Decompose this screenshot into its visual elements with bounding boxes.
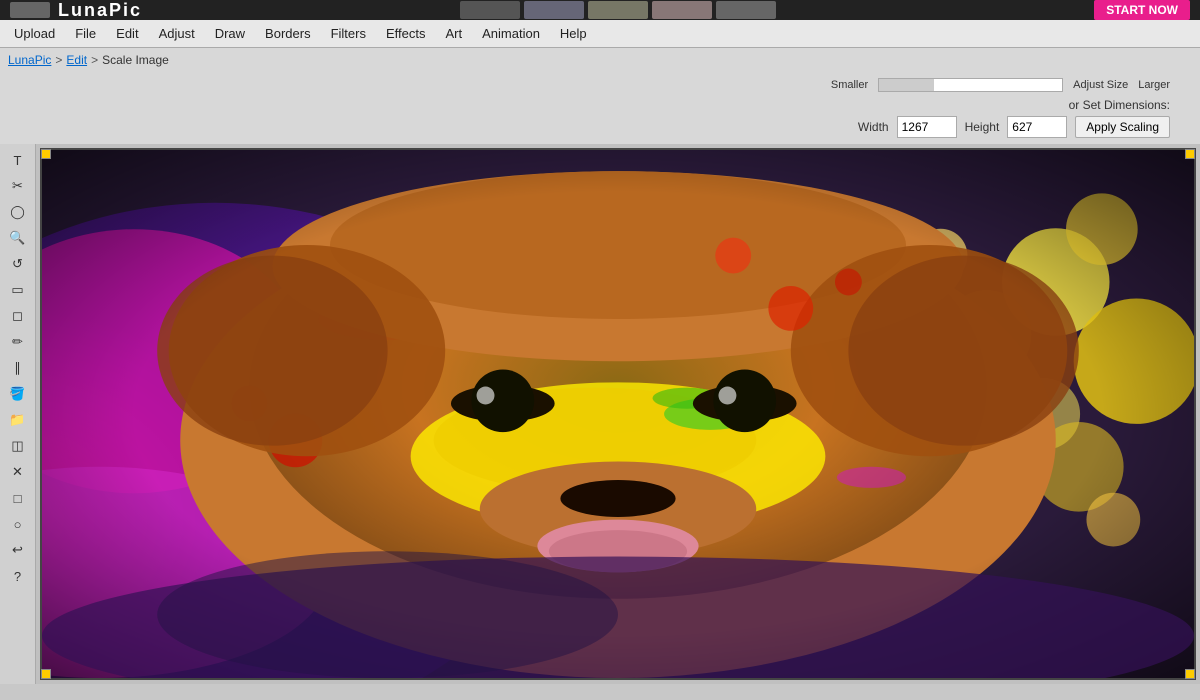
workspace: T✂◯🔍↺▭◻✏∥🪣📁◫✕□○↩? [0,144,1200,700]
breadcrumb-sep-1: > [55,53,62,67]
dimensions-inputs-row: Width Height Apply Scaling [50,116,1190,138]
menu-item-filters[interactable]: Filters [321,22,376,45]
width-label: Width [858,120,889,134]
start-now-button[interactable]: START NOW [1094,0,1190,20]
menu-item-art[interactable]: Art [435,22,472,45]
menubar: UploadFileEditAdjustDrawBordersFiltersEf… [0,20,1200,48]
menu-item-draw[interactable]: Draw [205,22,255,45]
slider-fill [879,79,934,91]
tool-close[interactable]: ✕ [4,460,32,484]
tool-layers[interactable]: ◫ [4,434,32,458]
thumb-5[interactable] [716,1,776,19]
tool-rectangle[interactable]: □ [4,486,32,510]
tool-rotate[interactable]: ↺ [4,252,32,276]
logo-area: LunaPic [10,0,142,21]
menu-item-animation[interactable]: Animation [472,22,550,45]
tool-square-select[interactable]: ◻ [4,304,32,328]
menu-item-effects[interactable]: Effects [376,22,436,45]
tool-pencil[interactable]: ✏ [4,330,32,354]
tool-fill[interactable]: 🪣 [4,382,32,406]
tool-text[interactable]: T [4,148,32,172]
tool-line[interactable]: ∥ [4,356,32,380]
tool-crop[interactable]: ✂ [4,174,32,198]
thumbnail-strip [460,1,776,19]
menu-item-adjust[interactable]: Adjust [149,22,205,45]
thumb-4[interactable] [652,1,712,19]
menu-item-edit[interactable]: Edit [106,22,148,45]
breadcrumb-current: Scale Image [102,53,169,67]
tool-lasso[interactable]: ◯ [4,200,32,224]
tool-rect-select[interactable]: ▭ [4,278,32,302]
tool-ellipse[interactable]: ○ [4,512,32,536]
smaller-label: Smaller [831,79,868,91]
image-container [40,148,1196,680]
breadcrumb-lunapic[interactable]: LunaPic [8,53,51,67]
left-toolbar: T✂◯🔍↺▭◻✏∥🪣📁◫✕□○↩? [0,144,36,684]
thumb-3[interactable] [588,1,648,19]
corner-handle-tr[interactable] [1185,149,1195,159]
controls-area: Smaller Adjust Size Larger or Set Dimens… [0,72,1200,144]
corner-handle-br[interactable] [1185,669,1195,679]
dimensions-row: or Set Dimensions: [50,98,1190,112]
top-banner: LunaPic START NOW [0,0,1200,20]
breadcrumb: LunaPic > Edit > Scale Image [0,48,1200,72]
thumb-2[interactable] [524,1,584,19]
height-label: Height [965,120,1000,134]
apply-scaling-button[interactable]: Apply Scaling [1075,116,1170,138]
menu-item-help[interactable]: Help [550,22,597,45]
menu-item-borders[interactable]: Borders [255,22,321,45]
thumb-1[interactable] [460,1,520,19]
tool-folder[interactable]: 📁 [4,408,32,432]
tool-zoom[interactable]: 🔍 [4,226,32,250]
dog-image [42,150,1194,678]
width-input[interactable] [897,116,957,138]
app-container: LunaPic START NOW UploadFileEditAdjustDr… [0,0,1200,700]
adjust-size-label: Adjust Size [1073,79,1128,91]
tool-undo[interactable]: ↩ [4,538,32,562]
corner-handle-tl[interactable] [41,149,51,159]
size-slider[interactable] [878,78,1063,92]
set-dimensions-label: or Set Dimensions: [1069,98,1170,112]
size-slider-row: Smaller Adjust Size Larger [50,78,1190,92]
breadcrumb-sep-2: > [91,53,98,67]
menu-item-upload[interactable]: Upload [4,22,65,45]
larger-label: Larger [1138,79,1170,91]
canvas-area [36,144,1200,684]
tool-help[interactable]: ? [4,564,32,588]
height-input[interactable] [1007,116,1067,138]
logo-text: LunaPic [58,0,142,21]
breadcrumb-edit[interactable]: Edit [66,53,87,67]
logo-icon [10,2,50,18]
corner-handle-bl[interactable] [41,669,51,679]
menu-item-file[interactable]: File [65,22,106,45]
